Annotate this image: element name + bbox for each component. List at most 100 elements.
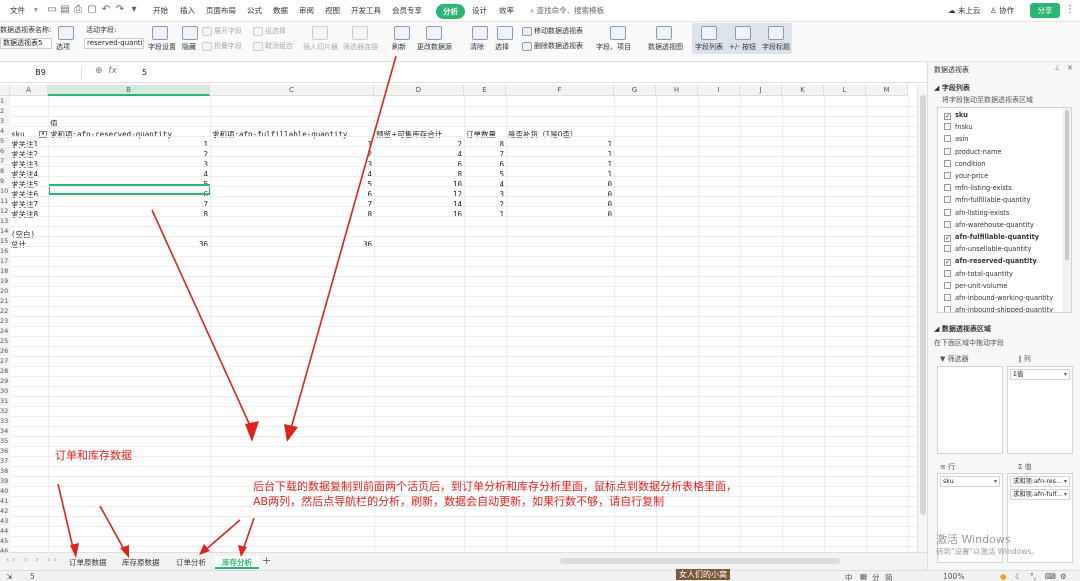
col-header-j[interactable]: J [740,85,782,96]
pin-icon[interactable]: ⊥ [1054,64,1060,72]
horizontal-scroll-thumb[interactable] [560,558,840,564]
row-header[interactable]: 16 [0,247,10,256]
row-header[interactable]: 8 [0,167,10,176]
columns-area-item[interactable]: Σ值 ▾ [1010,369,1070,380]
col-header-d[interactable]: D [374,85,464,96]
menu-page-layout[interactable]: 页面布局 [206,5,236,16]
refresh-button[interactable]: 刷新 [392,42,406,52]
cell-reserved[interactable]: 2 [48,150,210,159]
settings-icon[interactable]: ⚙ [1060,572,1067,581]
command-search[interactable]: ⌕ 查找命令、搜索模板 [530,5,604,16]
pivot-total-reserved[interactable]: 36 [48,240,210,249]
checkbox-icon[interactable] [944,135,951,143]
menu-home[interactable]: 开始 [153,5,168,16]
undo-icon[interactable]: ↶ [100,4,112,16]
row-header[interactable]: 3 [0,117,10,126]
field-item[interactable]: your-price [944,170,988,182]
pivot-chart-icon[interactable] [656,26,672,40]
field-list[interactable]: ✓ sku fnsku asin product-name condition your-p… [937,107,1072,313]
row-header[interactable]: 21 [0,297,10,306]
cell-order-qty[interactable]: 8 [464,140,506,149]
row-header[interactable]: 22 [0,307,10,316]
row-header[interactable]: 10 [0,187,10,196]
values-area-item-1[interactable]: 求和项:afn-res... ▾ [1010,476,1070,487]
row-header[interactable]: 13 [0,217,10,226]
cell-replenish[interactable]: 1 [506,150,614,159]
col-header-a[interactable]: A [10,85,48,96]
header-total-stock[interactable]: 预留+可售库存合计 [376,130,442,139]
menu-review[interactable]: 审阅 [299,5,314,16]
cell-reserved[interactable]: 4 [48,170,210,179]
pivot-header-sku[interactable]: sku [11,130,25,139]
clear-icon[interactable] [472,26,488,40]
cell-replenish[interactable]: 1 [506,170,614,179]
layout-view-icon[interactable]: ▦ [860,572,867,581]
preview-icon[interactable]: ▢ [86,4,98,16]
ime-simplified[interactable]: 简 [885,572,893,581]
checkbox-icon[interactable] [944,306,951,312]
values-area-item-2[interactable]: 求和项:afn-fulf... ▾ [1010,489,1070,500]
file-dropdown-icon[interactable]: ▾ [34,5,38,14]
field-item[interactable]: afn-inbound-shipped-quantity [944,304,1053,312]
expand-field-button[interactable]: 展开字段 [214,26,242,36]
formula-input[interactable]: 5 [142,68,147,77]
print-icon[interactable]: ⎙ [72,4,84,16]
field-list-icon[interactable] [701,26,717,40]
fields-items-button[interactable]: 字段、项目 [596,42,631,52]
field-item[interactable]: afn-total-quantity [944,268,1013,280]
row-header[interactable]: 11 [0,197,10,206]
row-header[interactable]: 39 [0,477,10,486]
pivot-header-reserved[interactable]: 求和项:afn-reserved-quantity [50,130,172,139]
row-header[interactable]: 35 [0,437,10,446]
plus-minus-icon[interactable] [735,26,751,40]
checkbox-icon[interactable] [944,208,951,216]
field-list-button[interactable]: 字段列表 [695,42,723,52]
row-header[interactable]: 30 [0,387,10,396]
menu-data[interactable]: 数据 [273,5,288,16]
checkbox-checked-icon[interactable]: ✓ [944,259,951,267]
row-header[interactable]: 4 [0,127,10,136]
ungroup-button[interactable]: 取消组合 [265,41,293,51]
cell-order-qty[interactable]: 4 [464,180,506,189]
field-item[interactable]: asin [944,133,969,145]
header-replenish[interactable]: 是否补货（1是0否） [508,130,578,139]
hide-icon[interactable] [182,26,198,40]
field-item[interactable]: afn-listing-exists [944,207,1009,219]
row-header[interactable]: 9 [0,177,10,186]
row-header[interactable]: 29 [0,377,10,386]
collab-button[interactable]: ♙ 协作 [990,5,1014,16]
cell-order-qty[interactable]: 6 [464,160,506,169]
checkbox-icon[interactable] [944,220,951,228]
cell-sku[interactable]: 求关注7 [11,200,38,209]
menu-insert[interactable]: 插入 [180,5,195,16]
row-header[interactable]: 19 [0,277,10,286]
cell-fulfillable[interactable]: 2 [210,150,374,159]
field-header-icon[interactable] [768,26,784,40]
row-header[interactable]: 14 [0,227,10,236]
move-pivot-button[interactable]: 移动数据透视表 [534,26,583,36]
change-source-button[interactable]: 更改数据源 [417,42,452,52]
options-icon[interactable] [58,26,74,40]
moon-icon[interactable]: ☾ [1015,572,1022,581]
row-header[interactable]: 15 [0,237,10,246]
field-item[interactable]: product-name [944,146,1001,158]
row-header[interactable]: 6 [0,147,10,156]
cell-total-stock[interactable]: 16 [374,210,464,219]
field-list-scroll-thumb[interactable] [1065,110,1069,260]
checkbox-icon[interactable] [944,172,951,179]
pivot-header-fulfillable[interactable]: 求和项:afn-fulfillable-quantity [212,130,347,139]
refresh-icon[interactable] [394,26,410,40]
field-settings-button[interactable]: 字段设置 [148,42,176,52]
row-header[interactable]: 45 [0,537,10,546]
cell-total-stock[interactable]: 8 [374,170,464,179]
tab-order-analysis[interactable]: 订单分析 [169,556,213,569]
checkbox-icon[interactable] [944,294,951,301]
cell-total-stock[interactable]: 10 [374,180,464,189]
cell-replenish[interactable]: 0 [506,190,614,199]
share-button[interactable]: 分享 [1030,3,1060,18]
cloud-button[interactable]: ☁ 未上云 [948,5,980,16]
rows-area-item[interactable]: sku ▾ [940,476,1000,487]
col-header-c[interactable]: C [210,85,374,96]
field-item[interactable]: mfn-fulfillable-quantity [944,194,1030,206]
col-header-i[interactable]: I [698,85,740,96]
